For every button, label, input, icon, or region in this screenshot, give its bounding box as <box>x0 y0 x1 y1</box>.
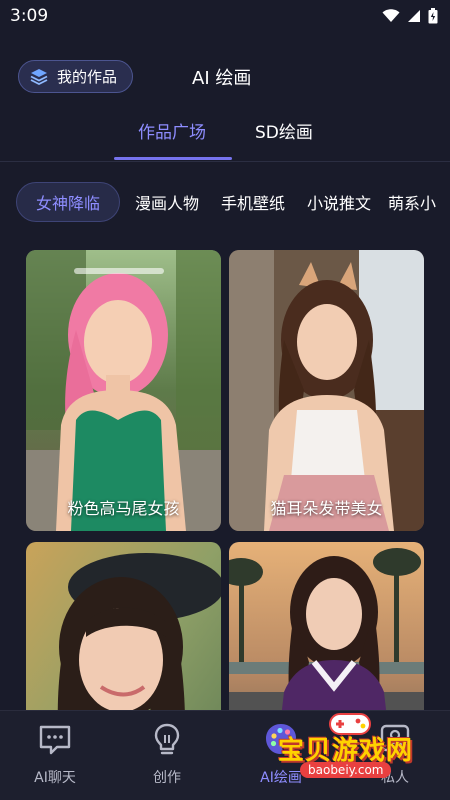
chip-comic-characters[interactable]: 漫画人物 <box>135 182 199 222</box>
signal-icon <box>408 10 420 22</box>
tab-works-plaza[interactable]: 作品广场 <box>138 118 206 143</box>
artwork-image <box>26 542 221 710</box>
chip-cute-style[interactable]: 萌系小 <box>388 182 436 222</box>
category-chips: 女神降临 漫画人物 手机壁纸 小说推文 萌系小 <box>0 182 450 224</box>
status-bar: 3:09 <box>0 0 450 32</box>
nav-label: 创作 <box>153 770 181 786</box>
tab-sd-painting[interactable]: SD绘画 <box>255 118 313 143</box>
gallery-card[interactable]: 粉色高马尾女孩 <box>26 250 221 531</box>
gallery-card[interactable] <box>26 542 221 710</box>
chip-phone-wallpaper[interactable]: 手机壁纸 <box>221 182 285 222</box>
watermark-url: baobeiy.com <box>300 762 392 778</box>
gallery-grid: 粉色高马尾女孩 猫耳朵发带美女 <box>0 250 450 710</box>
gallery-card[interactable]: 猫耳朵发带美女 <box>229 250 424 531</box>
my-works-label: 我的作品 <box>57 68 118 86</box>
chat-bubble-icon <box>39 725 71 755</box>
nav-create[interactable]: 创作 <box>122 711 212 800</box>
my-works-button[interactable]: 我的作品 <box>18 60 133 93</box>
chip-novel-promo[interactable]: 小说推文 <box>307 182 371 222</box>
card-caption: 粉色高马尾女孩 <box>67 499 180 518</box>
nav-label: AI聊天 <box>34 770 76 786</box>
artwork-image <box>229 250 424 531</box>
page-title: AI 绘画 <box>192 68 252 89</box>
wifi-icon <box>382 9 400 22</box>
battery-icon <box>428 8 438 24</box>
artwork-image <box>229 542 424 710</box>
app-header: 我的作品 AI 绘画 <box>0 52 450 100</box>
status-time: 3:09 <box>10 6 49 26</box>
artwork-image <box>26 250 221 531</box>
gallery-card[interactable] <box>229 542 424 710</box>
chip-goddess[interactable]: 女神降临 <box>16 182 120 222</box>
layers-icon <box>30 68 48 85</box>
card-caption: 猫耳朵发带美女 <box>270 499 383 518</box>
main-tabs: 作品广场 SD绘画 <box>0 108 450 162</box>
watermark: 宝贝游戏网 baobeiy.com <box>270 706 450 786</box>
status-icons <box>382 8 438 24</box>
nav-ai-chat[interactable]: AI聊天 <box>10 711 100 800</box>
active-tab-indicator <box>114 157 232 160</box>
lightbulb-icon <box>154 723 180 755</box>
